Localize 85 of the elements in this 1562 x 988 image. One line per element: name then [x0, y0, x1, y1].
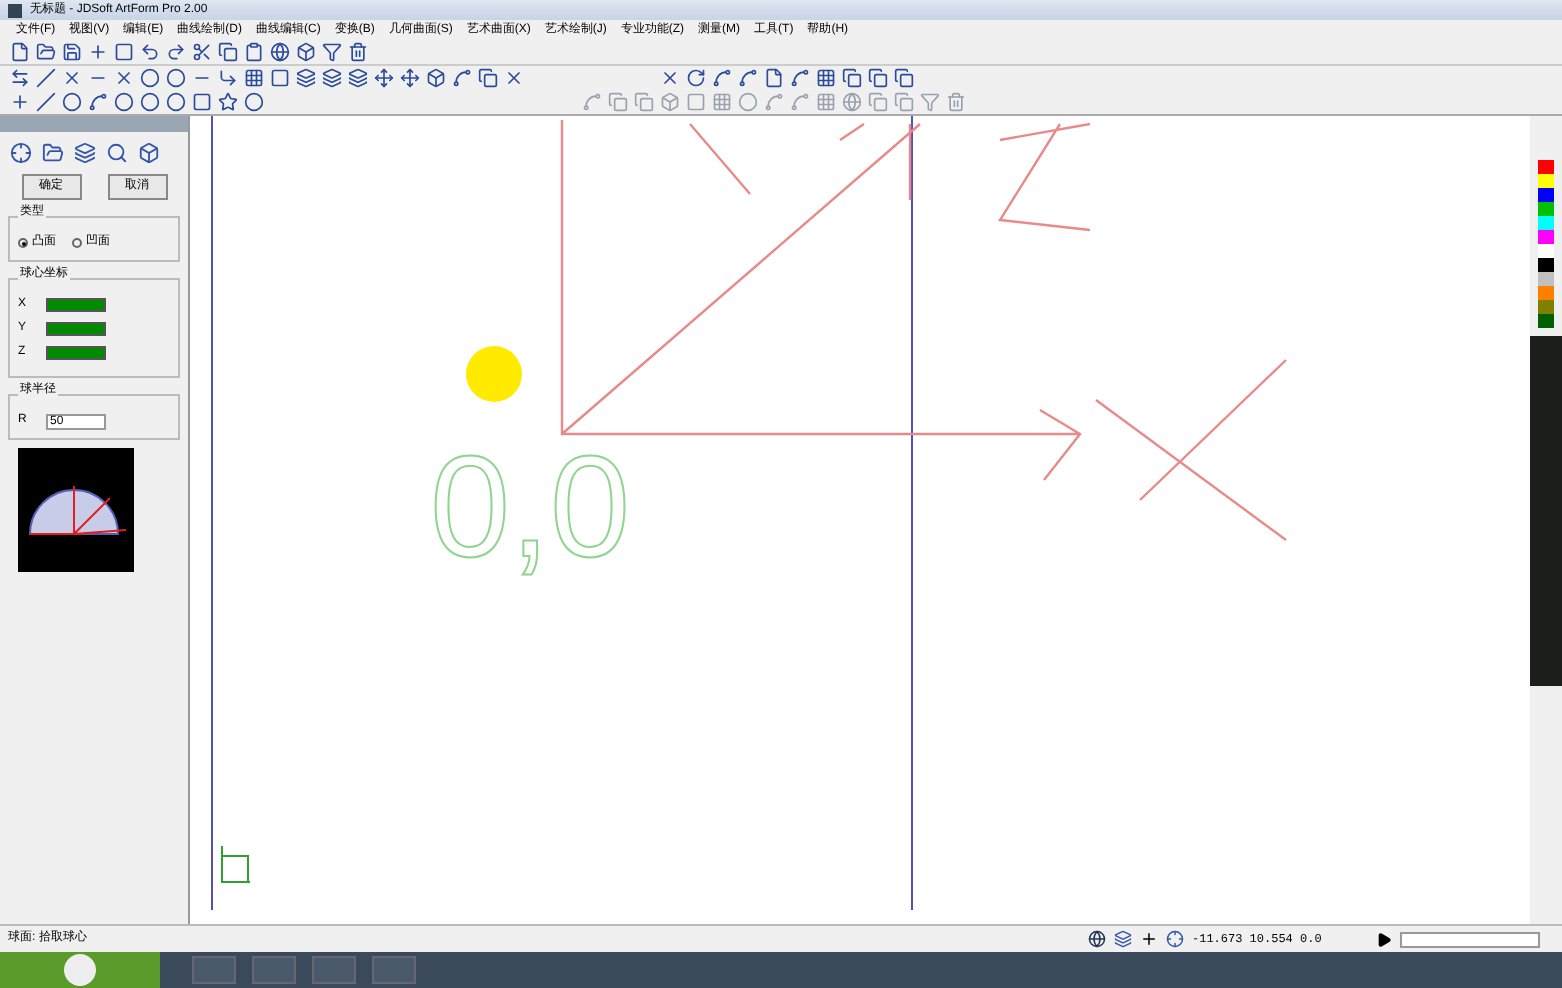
toolbar-icon[interactable] — [736, 67, 758, 89]
color-swatch[interactable] — [1538, 244, 1554, 258]
toolbar-icon[interactable] — [268, 67, 290, 89]
toolbar-icon[interactable] — [112, 41, 134, 63]
plus-icon[interactable] — [1140, 930, 1158, 948]
toolbar-icon[interactable] — [762, 67, 784, 89]
color-swatch[interactable] — [1538, 174, 1554, 188]
toolbar-icon[interactable] — [8, 67, 30, 89]
toolbar-icon[interactable] — [814, 67, 836, 89]
toolbar-icon[interactable] — [684, 67, 706, 89]
input-field[interactable] — [46, 298, 106, 312]
toolbar-icon[interactable] — [866, 67, 888, 89]
input-field[interactable] — [46, 322, 106, 336]
toolbar-icon[interactable] — [8, 91, 30, 113]
toolbar-icon[interactable] — [60, 91, 82, 113]
color-swatch[interactable] — [1538, 160, 1554, 174]
panel-tab-icon[interactable] — [104, 140, 130, 166]
cursor-dot — [466, 346, 522, 402]
toolbar-icon[interactable] — [398, 67, 420, 89]
toolbar-icon[interactable] — [424, 67, 446, 89]
toolbar-icon[interactable] — [138, 41, 160, 63]
toolbar-icon[interactable] — [8, 41, 30, 63]
color-swatch[interactable] — [1538, 188, 1554, 202]
toolbar-icon[interactable] — [86, 91, 108, 113]
toolbar-icon[interactable] — [788, 67, 810, 89]
color-swatch[interactable] — [1538, 202, 1554, 216]
input-field[interactable] — [46, 346, 106, 360]
panel-tab-icon[interactable] — [40, 140, 66, 166]
toolbar-icon[interactable] — [242, 91, 264, 113]
toolbar-icon[interactable] — [34, 91, 56, 113]
toolbar-icon[interactable] — [60, 41, 82, 63]
globe-icon[interactable] — [1088, 930, 1106, 948]
radio-button[interactable] — [72, 238, 82, 248]
toolbar-icon[interactable] — [242, 41, 264, 63]
toolbar-icon[interactable] — [190, 91, 212, 113]
toolbar-icon[interactable] — [294, 67, 316, 89]
toolbar-icon[interactable] — [320, 41, 342, 63]
toolbar-icon[interactable] — [164, 91, 186, 113]
panel-tab-icon[interactable] — [136, 140, 162, 166]
panel-tab-icon[interactable] — [72, 140, 98, 166]
toolbar-icon[interactable] — [60, 67, 82, 89]
toolbar-icon[interactable] — [840, 67, 862, 89]
color-swatch[interactable] — [1538, 314, 1554, 328]
radio-button[interactable] — [18, 238, 28, 248]
toolbar-icon[interactable] — [86, 41, 108, 63]
panel-tab-icon[interactable] — [8, 140, 34, 166]
toolbar-icon[interactable] — [112, 91, 134, 113]
start-button[interactable] — [0, 952, 160, 988]
toolbar-icon[interactable] — [216, 91, 238, 113]
play-icon[interactable] — [1376, 931, 1392, 947]
layers-icon[interactable] — [1114, 930, 1132, 948]
color-swatch[interactable] — [1538, 272, 1554, 286]
color-swatch[interactable] — [1538, 258, 1554, 272]
color-swatch[interactable] — [1538, 230, 1554, 244]
color-swatch[interactable] — [1538, 286, 1554, 300]
toolbar-icon[interactable] — [138, 91, 160, 113]
toolbar-icon[interactable] — [138, 67, 160, 89]
toolbar-icon[interactable] — [346, 41, 368, 63]
toolbar-icon[interactable] — [710, 67, 732, 89]
toolbar-icon[interactable] — [112, 67, 134, 89]
app-icon — [8, 3, 22, 17]
toolbar-icon[interactable] — [294, 41, 316, 63]
origin-label: 0,0 — [430, 436, 631, 580]
toolbar-icon[interactable] — [658, 67, 680, 89]
toolbar-icon[interactable] — [34, 67, 56, 89]
toolbar-icon[interactable] — [450, 67, 472, 89]
toolbar-icon[interactable] — [164, 67, 186, 89]
toolbar-icon[interactable] — [346, 67, 368, 89]
toolbar-icon[interactable] — [216, 67, 238, 89]
toolbar-icon[interactable] — [268, 41, 290, 63]
toolbar-icon[interactable] — [34, 41, 56, 63]
toolbar-icon[interactable] — [190, 41, 212, 63]
toolbar-icon[interactable] — [320, 67, 342, 89]
toolbar-icon[interactable] — [892, 67, 914, 89]
mini-axes-icon — [221, 845, 251, 883]
progress-field — [1400, 931, 1540, 947]
toolbar-icon[interactable] — [216, 41, 238, 63]
toolbar-icon[interactable] — [164, 41, 186, 63]
crosshair-icon[interactable] — [1166, 930, 1184, 948]
toolbar-icon[interactable] — [242, 67, 264, 89]
color-swatch[interactable] — [1538, 300, 1554, 314]
color-swatch[interactable] — [1538, 216, 1554, 230]
toolbar-icon[interactable] — [476, 67, 498, 89]
toolbar-icon[interactable] — [372, 67, 394, 89]
toolbar-icon[interactable] — [502, 67, 524, 89]
